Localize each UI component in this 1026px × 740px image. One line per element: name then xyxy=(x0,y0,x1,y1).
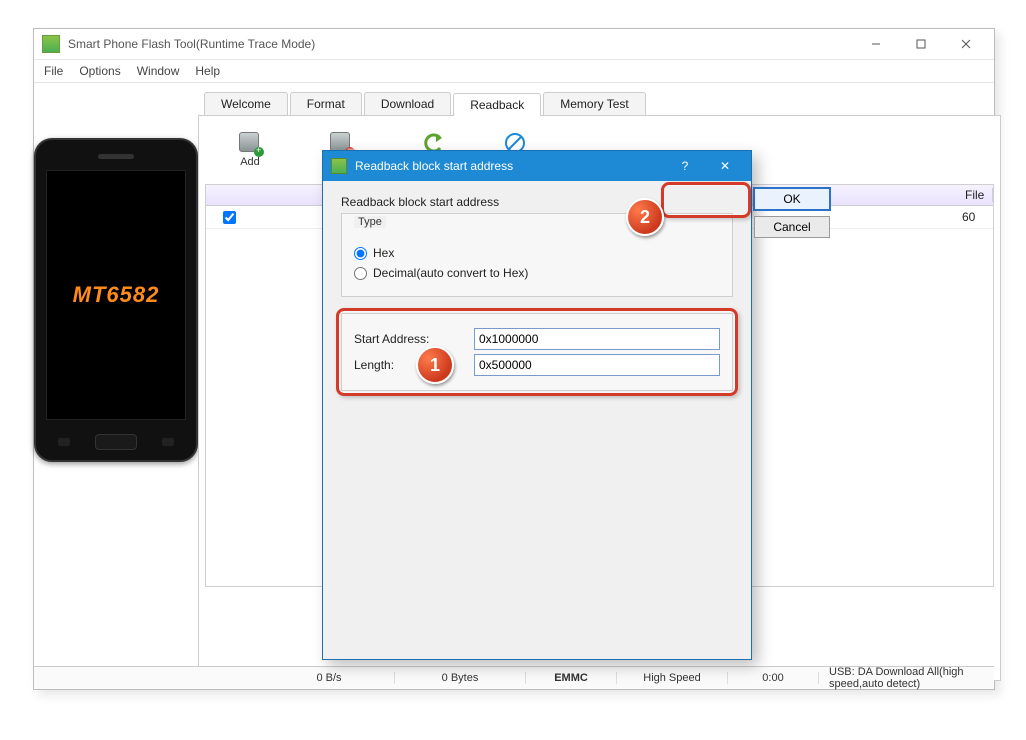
status-usb-mode: USB: DA Download All(high speed,auto det… xyxy=(819,666,994,690)
dialog-close-button[interactable]: ✕ xyxy=(705,159,745,173)
dialog-titlebar: Readback block start address ? ✕ xyxy=(323,151,751,181)
phone-mockup: BM MT6582 xyxy=(34,138,198,462)
radio-decimal-label: Decimal(auto convert to Hex) xyxy=(373,266,528,280)
titlebar: Smart Phone Flash Tool(Runtime Trace Mod… xyxy=(34,29,994,60)
menu-options[interactable]: Options xyxy=(79,64,120,78)
toolbar-add-label: Add xyxy=(240,156,260,168)
start-address-label: Start Address: xyxy=(354,332,474,346)
status-speed: 0 B/s xyxy=(264,672,395,684)
statusbar: 0 B/s 0 Bytes EMMC High Speed 0:00 USB: … xyxy=(34,666,994,689)
window-title: Smart Phone Flash Tool(Runtime Trace Mod… xyxy=(68,37,315,51)
ok-button[interactable]: OK xyxy=(754,188,830,210)
menu-file[interactable]: File xyxy=(44,64,63,78)
tab-format[interactable]: Format xyxy=(290,92,362,115)
close-button[interactable] xyxy=(943,30,988,58)
tab-memory-test[interactable]: Memory Test xyxy=(543,92,645,115)
readback-address-dialog: Readback block start address ? ✕ Readbac… xyxy=(322,150,752,660)
dialog-help-button[interactable]: ? xyxy=(665,159,705,173)
status-bytes: 0 Bytes xyxy=(395,672,526,684)
dialog-title: Readback block start address xyxy=(355,159,665,173)
dialog-group-label: Readback block start address xyxy=(341,195,733,209)
address-fieldset: Start Address: Length: xyxy=(341,313,733,391)
menubar: File Options Window Help xyxy=(34,60,994,83)
annotation-badge-1: 1 xyxy=(416,346,454,384)
type-fieldset-title: Type xyxy=(354,216,386,228)
grid-header-file: File xyxy=(957,188,993,202)
cancel-button[interactable]: Cancel xyxy=(754,216,830,238)
row-file: 60 xyxy=(954,210,993,224)
status-storage: EMMC xyxy=(526,672,617,684)
row-checkbox[interactable] xyxy=(223,211,236,224)
tab-welcome[interactable]: Welcome xyxy=(204,92,288,115)
length-input[interactable] xyxy=(474,354,720,376)
maximize-button[interactable] xyxy=(898,30,943,58)
app-icon xyxy=(42,35,60,53)
start-address-input[interactable] xyxy=(474,328,720,350)
menu-window[interactable]: Window xyxy=(137,64,180,78)
phone-preview-panel: BM MT6582 xyxy=(34,83,198,669)
radio-hex[interactable] xyxy=(354,247,367,260)
annotation-fields-highlight xyxy=(336,308,738,396)
menu-help[interactable]: Help xyxy=(195,64,220,78)
status-usb-speed: High Speed xyxy=(617,672,728,684)
tab-bar: Welcome Format Download Readback Memory … xyxy=(198,89,1001,116)
length-label: Length: xyxy=(354,358,474,372)
tab-download[interactable]: Download xyxy=(364,92,451,115)
toolbar-add[interactable]: Add xyxy=(239,132,261,168)
phone-chip-label: MT6582 xyxy=(73,282,160,308)
dialog-icon xyxy=(331,158,347,174)
radio-hex-label: Hex xyxy=(373,246,394,260)
tab-readback[interactable]: Readback xyxy=(453,93,541,116)
radio-decimal[interactable] xyxy=(354,267,367,280)
status-time: 0:00 xyxy=(728,672,819,684)
type-fieldset: Type Hex Decimal(auto convert to Hex) xyxy=(341,213,733,297)
annotation-badge-2: 2 xyxy=(626,198,664,236)
minimize-button[interactable] xyxy=(853,30,898,58)
